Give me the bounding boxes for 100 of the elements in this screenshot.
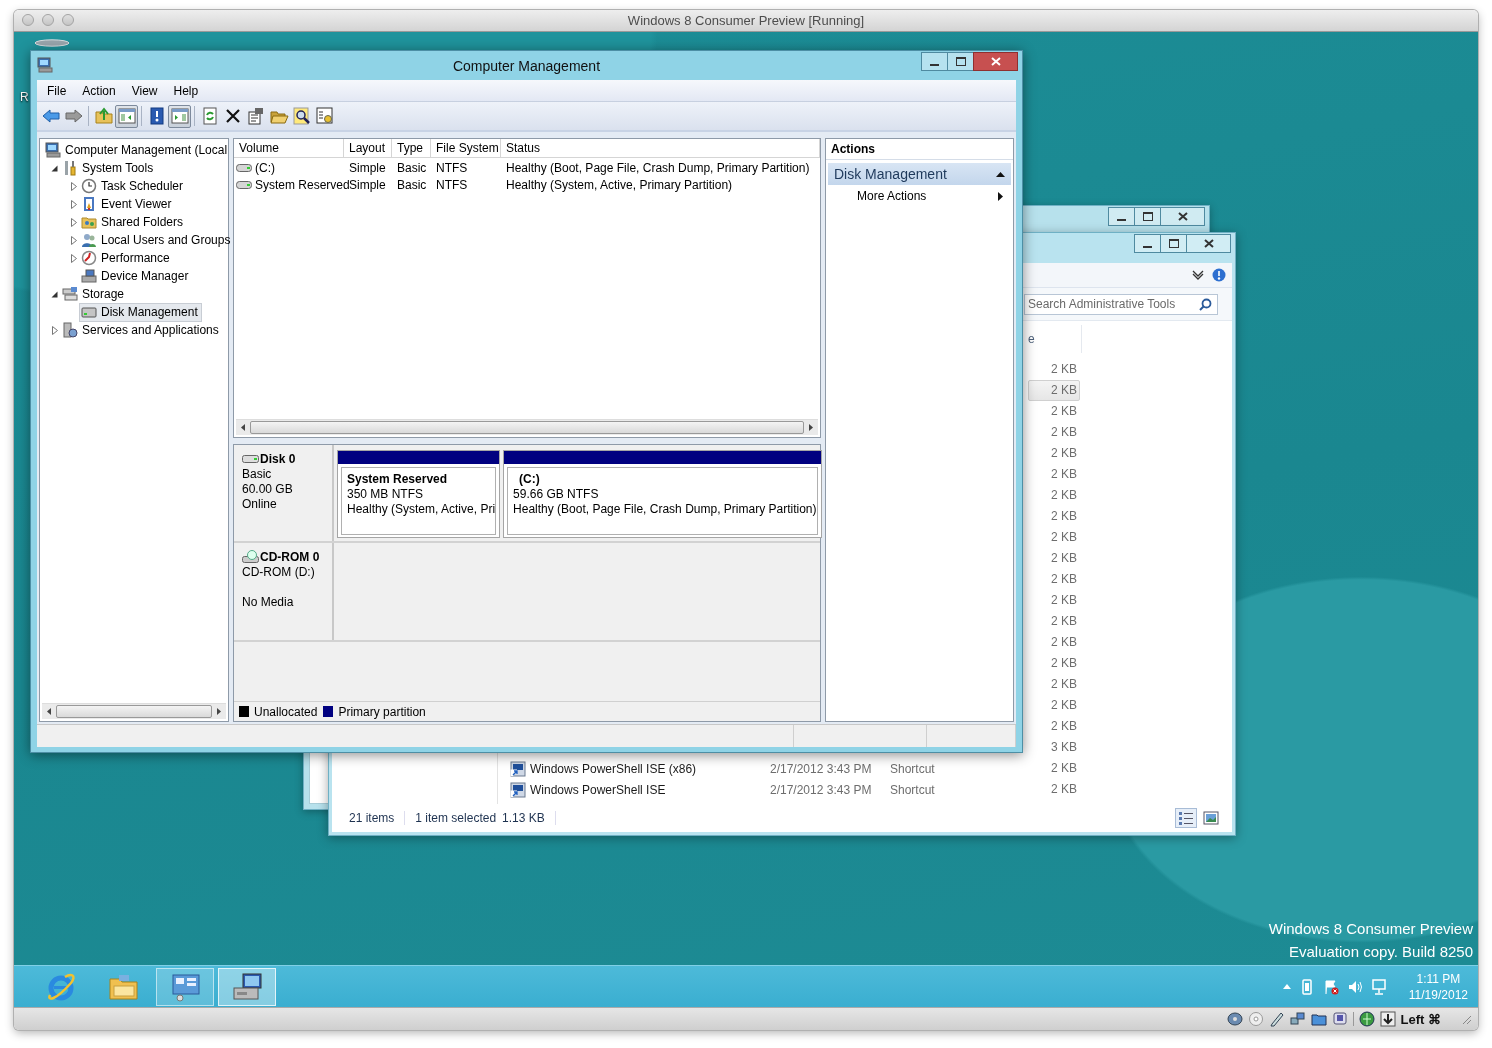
action-item[interactable]: More Actions [826,185,1013,207]
globe-icon[interactable] [1358,1011,1375,1027]
table-cell[interactable]: 2 KB [1028,569,1080,590]
scroll-thumb[interactable] [56,705,212,718]
table-cell[interactable]: 2 KB [1028,695,1080,716]
tree-item[interactable]: Performance [79,248,174,268]
close-button[interactable] [973,52,1018,71]
build-notice: Windows 8 Consumer Preview [1268,919,1473,939]
table-cell[interactable]: 2 KB [1028,464,1080,485]
tree-item[interactable]: Device Manager [79,266,193,286]
tree-item[interactable]: Services and Applications [60,320,223,340]
help-icon[interactable] [1212,268,1226,282]
download-icon[interactable] [1379,1011,1396,1027]
table-cell[interactable]: 2 KB [1028,527,1080,548]
hard-disk-icon[interactable] [1226,1011,1243,1027]
show-action-pane-button[interactable] [168,104,191,128]
large-icons-view-button[interactable] [1200,808,1222,828]
minimize-button[interactable] [1134,234,1161,253]
table-cell[interactable]: 2 KB [1028,548,1080,569]
partition-panel[interactable]: (C:) 59.66 GB NTFS Healthy (Boot, Page File, Crash Dump, Primary Partition) [503,450,822,538]
expand-arrow-icon[interactable] [70,253,77,263]
close-icon [1177,212,1188,221]
tree-item[interactable]: Disk Management [79,302,202,322]
minimize-icon [930,63,939,66]
tree-item[interactable]: Task Scheduler [79,176,188,196]
table-cell[interactable]: 2 KB [1028,758,1080,779]
column-header[interactable]: Volume [234,139,344,157]
table-cell[interactable]: 2 KB [1028,653,1080,674]
details-view-button[interactable] [1175,808,1197,828]
maximize-button[interactable] [1134,207,1161,226]
expand-arrow-icon[interactable] [51,325,58,335]
menu-item[interactable]: Action [74,81,124,100]
table-cell[interactable]: 2 KB [1028,485,1080,506]
network-icon[interactable] [1289,1011,1306,1027]
caret-up-icon[interactable] [1282,984,1291,989]
menu-item[interactable]: Help [165,81,207,100]
minimize-button[interactable] [921,52,948,71]
table-cell[interactable]: 2 KB [1028,506,1080,527]
minimize-button[interactable] [1108,207,1135,226]
minimize-icon [1143,245,1152,248]
column-header[interactable]: e [1028,332,1035,346]
shortcut-icon [510,781,526,798]
menu-item[interactable]: View [123,81,166,100]
table-cell-text: Shortcut [890,761,936,776]
maximize-button[interactable] [947,52,974,71]
table-cell[interactable]: 2 KB [1028,422,1080,443]
maximize-icon [1168,239,1179,248]
column-header[interactable]: Layout [344,139,392,157]
resize-grip-icon[interactable] [1460,1013,1472,1025]
expand-arrow-icon[interactable] [70,217,77,227]
expand-arrow-icon[interactable] [70,181,77,191]
table-cell[interactable]: 2 KB [1028,401,1080,422]
table-cell[interactable]: 2 KB [1028,632,1080,653]
tree-item[interactable]: Event Viewer [79,194,176,214]
taskbar-button[interactable] [218,967,276,1006]
chevron-down-icon[interactable] [1192,270,1204,280]
disk-detail: No Media [242,595,295,610]
display-icon[interactable] [1331,1011,1348,1027]
column-header[interactable]: File System [431,139,501,157]
collapse-arrow-icon[interactable] [51,290,58,298]
pen-icon[interactable] [1268,1011,1285,1027]
expand-arrow-icon[interactable] [70,235,77,245]
maximize-button[interactable] [1160,234,1187,253]
desktop-icon-label[interactable]: R [20,90,29,104]
table-cell[interactable]: 2 KB [1028,716,1080,737]
build-notice: Evaluation copy. Build 8250 [1289,942,1473,962]
table-cell[interactable]: 2 KB [1028,359,1080,380]
folder-icon[interactable] [1310,1011,1327,1027]
partition-panel[interactable]: System Reserved 350 MB NTFS Healthy (System, Active, Pri [337,450,501,538]
table-cell-text: NTFS [435,160,469,175]
table-cell[interactable]: 2 KB [1028,674,1080,695]
table-cell[interactable]: 2 KB [1028,611,1080,632]
tree-item[interactable]: Storage [60,284,129,304]
table-cell[interactable]: 2 KB [1028,380,1080,401]
table-cell[interactable]: 3 KB [1028,737,1080,758]
disk-detail: 60.00 GB [242,482,294,497]
taskbar-button[interactable] [156,967,214,1006]
server-icon [62,322,78,338]
image-icon [1203,810,1219,826]
search-field[interactable]: Search Administrative Tools [1024,293,1218,315]
horizontal-scrollbar[interactable] [42,703,226,719]
horizontal-scrollbar[interactable] [236,419,818,435]
drive-icon [236,162,252,173]
menu-item[interactable]: File [39,81,75,100]
tree-item[interactable]: Computer Management (Local [43,140,232,160]
expand-arrow-icon[interactable] [70,199,77,209]
flag-icon[interactable] [1322,978,1339,995]
table-cell[interactable]: 2 KB [1028,443,1080,464]
table-cell-text: 2/17/2012 3:43 PM [770,761,873,776]
table-cell[interactable]: 2 KB [1028,590,1080,611]
tree-item[interactable]: Local Users and Groups [79,230,235,250]
table-cell[interactable]: 2 KB [1028,779,1080,800]
action-section-header[interactable]: Disk Management [828,163,1011,185]
column-header[interactable]: Status [501,139,820,157]
scroll-thumb[interactable] [250,421,804,434]
show-tree-button[interactable] [115,104,138,128]
tree-item[interactable]: Shared Folders [79,212,188,232]
column-header[interactable]: Type [392,139,431,157]
tree-item[interactable]: System Tools [60,158,158,178]
collapse-arrow-icon[interactable] [51,164,58,172]
